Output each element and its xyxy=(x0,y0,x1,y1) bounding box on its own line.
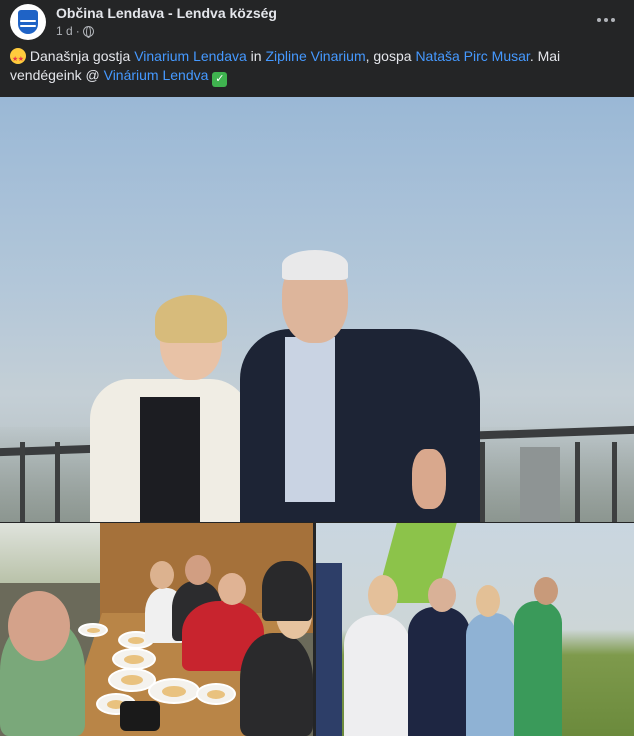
person-head xyxy=(185,555,211,585)
rail-bar xyxy=(20,442,25,522)
rail-bar xyxy=(55,442,60,522)
post-text-segment: in xyxy=(246,48,266,64)
person-head xyxy=(218,573,246,605)
person-head xyxy=(428,578,456,612)
mention-link[interactable]: Vinárium Lendva xyxy=(104,67,209,83)
man-hand xyxy=(412,449,446,509)
person-head xyxy=(368,575,398,615)
rail-bar xyxy=(612,442,617,522)
person-head xyxy=(534,577,558,605)
mention-link[interactable]: Vinarium Lendava xyxy=(134,48,247,64)
woman-top xyxy=(140,397,200,522)
post-meta: 1 d · xyxy=(56,24,94,38)
photo-sky xyxy=(0,523,110,583)
star-struck-emoji-icon xyxy=(10,48,26,69)
plate xyxy=(112,648,156,670)
person xyxy=(240,633,313,736)
crest-icon xyxy=(18,10,38,34)
camera xyxy=(120,701,160,731)
person xyxy=(344,615,410,736)
person-head xyxy=(476,585,500,617)
check-mark-emoji-icon: ✓ xyxy=(212,72,228,87)
post-header: Občina Lendava - Lendva község 1 d · xyxy=(0,0,634,44)
rail-bar xyxy=(575,442,580,522)
plate xyxy=(148,678,200,704)
post-text-segment: , gospa xyxy=(365,48,416,64)
more-options-dot xyxy=(604,18,608,22)
man-shirt xyxy=(285,337,335,502)
crest-wave xyxy=(20,25,36,27)
crest-wave xyxy=(20,20,36,22)
meta-separator: · xyxy=(75,24,80,38)
more-options-icon xyxy=(597,18,601,22)
globe-icon[interactable] xyxy=(82,25,94,38)
plate xyxy=(196,683,236,705)
page-avatar[interactable] xyxy=(10,4,46,40)
person xyxy=(316,563,342,736)
woman-hair xyxy=(155,295,227,343)
group-photo[interactable] xyxy=(316,523,634,736)
person-head xyxy=(150,561,174,589)
post-text: Današnja gostja Vinarium Lendava in Zipl… xyxy=(10,47,624,87)
main-photo[interactable] xyxy=(0,97,634,522)
photo-pillar xyxy=(520,447,560,522)
man-hair xyxy=(282,250,348,280)
plate xyxy=(78,623,108,637)
page-name-link[interactable]: Občina Lendava - Lendva község xyxy=(56,5,277,21)
table-photo[interactable] xyxy=(0,523,313,736)
person xyxy=(514,601,562,736)
more-options-button[interactable] xyxy=(590,6,622,34)
rail-bar xyxy=(480,442,485,522)
post-time[interactable]: 1 d xyxy=(56,24,73,38)
mention-link[interactable]: Nataša Pirc Musar xyxy=(415,48,529,64)
person-head xyxy=(8,591,70,661)
person xyxy=(466,613,516,736)
more-options-dot xyxy=(611,18,615,22)
person xyxy=(262,561,312,621)
person xyxy=(408,607,470,736)
mention-link[interactable]: Zipline Vinarium xyxy=(265,48,365,64)
post-text-segment: Današnja gostja xyxy=(26,48,135,64)
